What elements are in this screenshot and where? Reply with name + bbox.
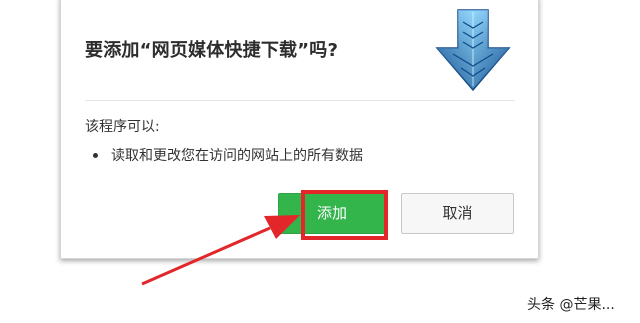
- cancel-button[interactable]: 取消: [401, 193, 514, 234]
- permission-item: 读取和更改您在访问的网站上的所有数据: [85, 146, 363, 166]
- dialog-divider: [85, 100, 515, 101]
- screenshot-stage: 要添加“网页媒体快捷下载”吗? 该程序可以: 读取和更改您在访问的网站上的所有数…: [0, 0, 640, 323]
- extension-install-dialog: 要添加“网页媒体快捷下载”吗? 该程序可以: 读取和更改您在访问的网站上的所有数…: [60, 0, 539, 259]
- bullet-icon: [93, 153, 98, 158]
- permissions-heading: 该程序可以:: [85, 119, 160, 135]
- permissions-list: 读取和更改您在访问的网站上的所有数据: [85, 146, 363, 166]
- watermark-text: 头条 @芒果...: [527, 297, 615, 313]
- dialog-title: 要添加“网页媒体快捷下载”吗?: [85, 40, 339, 61]
- add-extension-button[interactable]: 添加: [278, 193, 386, 234]
- download-arrow-icon: [435, 9, 511, 92]
- permission-item-text: 读取和更改您在访问的网站上的所有数据: [111, 148, 363, 164]
